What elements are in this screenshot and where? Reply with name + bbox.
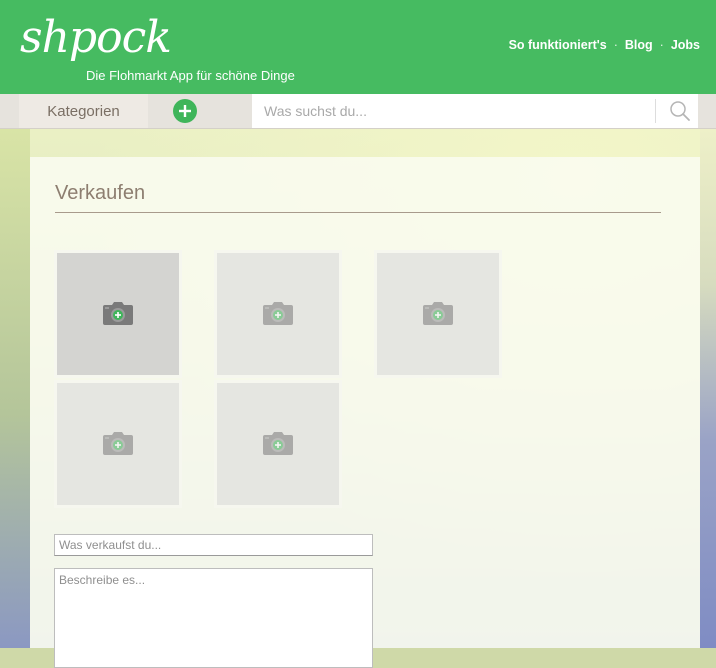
shpock-logo[interactable]: shpock	[20, 12, 172, 63]
photo-upload-slot-4[interactable]	[54, 380, 182, 508]
camera-add-icon	[263, 432, 293, 455]
nav-link-jobs[interactable]: Jobs	[671, 38, 700, 52]
search-input[interactable]	[252, 94, 650, 128]
nav-separator: ·	[613, 38, 618, 52]
photo-upload-slot-5[interactable]	[214, 380, 342, 508]
search-button[interactable]	[662, 94, 698, 128]
nav-separator: ·	[659, 38, 664, 52]
search-icon	[670, 101, 690, 121]
camera-add-icon	[103, 302, 133, 325]
add-listing-button[interactable]	[173, 99, 197, 123]
item-title-input[interactable]	[54, 534, 373, 556]
site-header: shpock Die Flohmarkt App für schöne Ding…	[0, 0, 716, 94]
photo-upload-slot-3[interactable]	[374, 250, 502, 378]
nav-link-blog[interactable]: Blog	[625, 38, 653, 52]
camera-add-icon	[423, 302, 453, 325]
sell-panel: Verkaufen	[30, 157, 700, 668]
photo-upload-slot-2[interactable]	[214, 250, 342, 378]
page-title: Verkaufen	[55, 182, 661, 213]
photo-upload-slot-1[interactable]	[54, 250, 182, 378]
background-edge-left	[0, 128, 30, 648]
camera-add-icon	[103, 432, 133, 455]
plus-circle-icon	[179, 105, 191, 117]
tagline: Die Flohmarkt App für schöne Dinge	[86, 68, 295, 83]
item-description-input[interactable]	[54, 568, 373, 668]
search-bar	[252, 94, 698, 128]
categories-button[interactable]: Kategorien	[19, 94, 148, 128]
camera-add-icon	[263, 302, 293, 325]
background-edge-right	[700, 128, 716, 648]
search-divider	[655, 99, 656, 123]
nav-link-how-it-works[interactable]: So funktioniert's	[509, 38, 607, 52]
toolbar: Kategorien	[0, 94, 716, 129]
top-navigation: So funktioniert's · Blog · Jobs	[509, 38, 700, 52]
